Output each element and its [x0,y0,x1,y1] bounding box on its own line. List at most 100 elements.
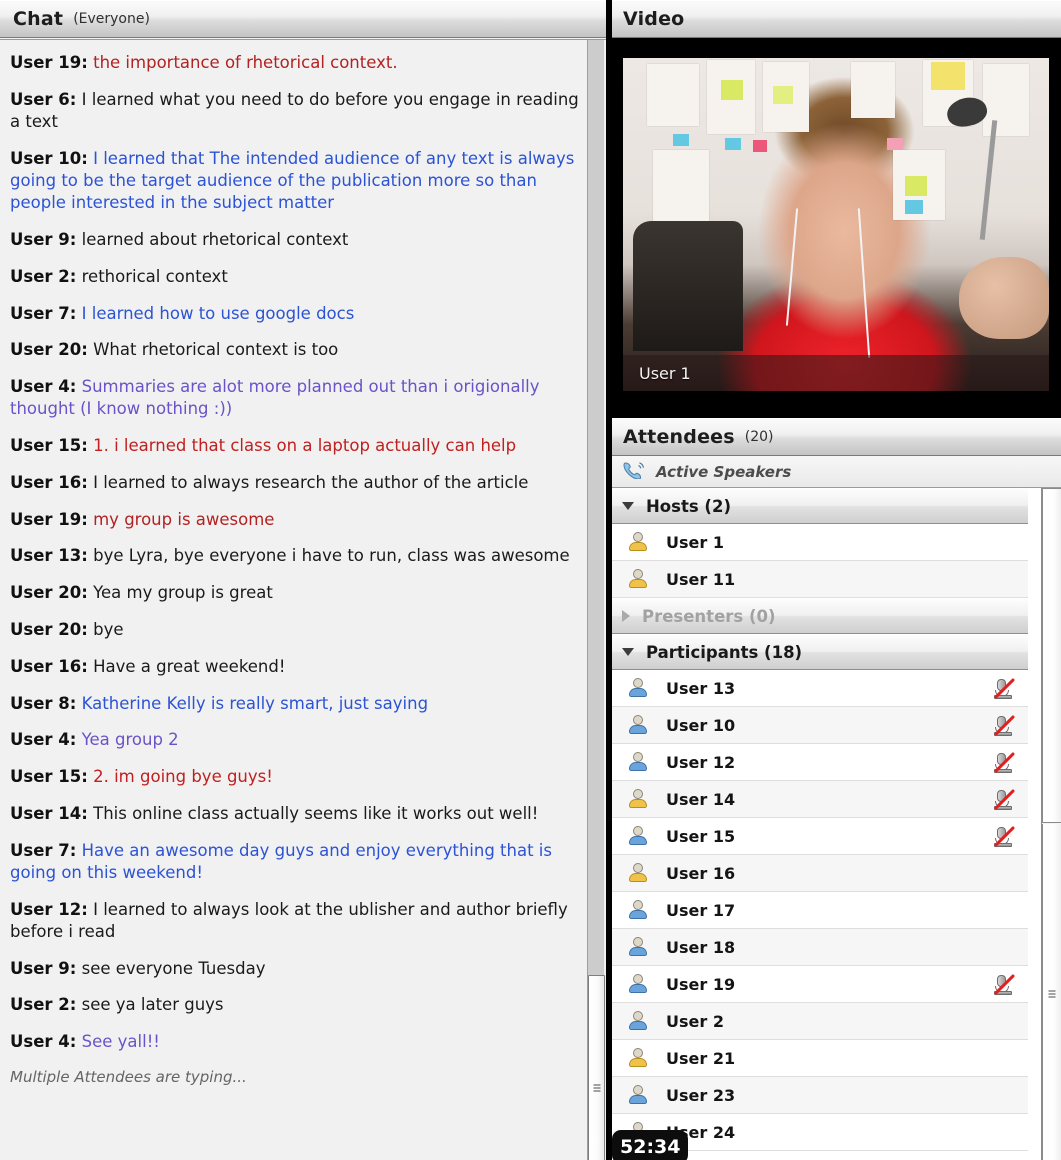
chat-message: User 20: What rhetorical context is too [10,339,582,361]
chat-scope: (Everyone) [73,11,150,27]
attendee-name: User 15 [666,826,736,846]
attendee-group-header[interactable]: Participants (18) [610,634,1028,670]
attendee-avatar-icon [628,937,648,957]
video-speaker-label: User 1 [623,355,1049,391]
chat-message-list[interactable]: User 19: the importance of rhetorical co… [0,39,606,1160]
active-speakers-row[interactable]: Active Speakers [610,456,1061,488]
chat-message-text: See yall!! [81,1032,160,1052]
chat-message: User 20: Yea my group is great [10,582,582,604]
chat-message-text: I learned to always look at the ublisher… [10,899,568,941]
attendee-name: User 14 [666,789,736,809]
chat-message: User 16: I learned to always research th… [10,472,582,494]
chat-message-text: the importance of rhetorical context. [93,53,398,72]
attendee-name: User 11 [666,569,736,589]
chat-message: User 15: 2. im going bye guys! [10,766,582,788]
attendee-row[interactable]: User 18 [610,929,1028,966]
attendee-avatar-icon [628,569,648,589]
attendee-name: User 21 [666,1048,736,1068]
attendee-avatar-icon [628,826,648,846]
chat-message-author: User 16: [10,656,88,676]
chat-message-text: rethorical context [81,266,228,286]
microphone-muted-icon[interactable] [993,825,1016,848]
attendee-avatar-icon [628,900,648,920]
chat-message-author: User 4: [10,730,77,750]
chat-message-author: User 16: [10,472,88,492]
attendee-row[interactable]: User 10 [610,707,1028,744]
attendee-row[interactable]: User 19 [610,966,1028,1003]
attendee-name: User 2 [666,1011,724,1031]
chat-message-text: This online class actually seems like it… [93,803,539,823]
attendee-group-label: Participants (18) [646,642,803,662]
chat-message: User 7: I learned how to use google docs [10,303,582,325]
microphone-muted-icon[interactable] [993,973,1016,996]
chat-message: User 8: Katherine Kelly is really smart,… [10,693,582,715]
attendee-name: User 1 [666,532,724,552]
attendee-list[interactable]: Hosts (2) User 1 User 11 Presenters (0) Part… [610,488,1061,1160]
microphone-muted-icon[interactable] [993,751,1016,774]
chat-message-author: User 15: [10,767,88,787]
video-stage: User 1 [610,40,1061,410]
chat-message: User 2: rethorical context [10,266,582,288]
attendee-row[interactable]: User 15 [610,818,1028,855]
video-tile-user-1[interactable]: User 1 [623,58,1049,391]
attendees-title: Attendees [623,426,735,448]
chat-message-author: User 20: [10,340,88,360]
microphone-muted-icon[interactable] [993,788,1016,811]
attendee-row[interactable]: User 13 [610,670,1028,707]
attendee-row[interactable]: User 23 [610,1077,1028,1114]
chat-scrollbar[interactable] [587,40,605,1160]
attendee-name: User 12 [666,752,736,772]
attendee-row[interactable]: User 14 [610,781,1028,818]
phone-speaker-icon [623,461,645,483]
chat-scrollbar-thumb[interactable] [588,975,605,1160]
chat-panel: Chat (Everyone) User 19: the importance … [0,0,608,1160]
chat-message-text: bye [93,620,124,640]
attendee-avatar-icon [628,1085,648,1105]
microphone-muted-icon[interactable] [993,677,1016,700]
chat-message-author: User 14: [10,803,88,823]
attendees-scrollbar-thumb-lower[interactable] [1042,824,1061,1160]
webcam-image [623,58,1049,391]
chevron-right-icon[interactable] [622,610,630,622]
chat-message-author: User 12: [10,899,88,919]
attendees-count: (20) [744,429,774,445]
chevron-down-icon[interactable] [622,648,634,656]
chat-message-author: User 19: [10,509,88,529]
attendee-row[interactable]: User 11 [610,561,1028,598]
attendees-scrollbar[interactable] [1041,488,1061,1160]
attendee-group-header[interactable]: Hosts (2) [610,488,1028,524]
chat-message-text: Have a great weekend! [93,656,286,676]
video-panel: Video User 1 [610,0,1061,410]
chat-message: User 9: see everyone Tuesday [10,958,582,980]
attendee-name: User 23 [666,1085,736,1105]
attendee-row[interactable]: User 2 [610,1003,1028,1040]
meeting-timer: 52:34 [612,1130,689,1160]
scrollbar-grip-icon [593,1084,600,1091]
chat-message-author: User 4: [10,377,77,397]
attendee-name: User 19 [666,974,736,994]
attendee-row[interactable]: User 16 [610,855,1028,892]
microphone-muted-icon[interactable] [993,714,1016,737]
chat-message-text: I learned that The intended audience of … [10,148,575,213]
chat-message-author: User 20: [10,620,88,640]
attendee-row[interactable]: User 21 [610,1040,1028,1077]
attendee-group-header[interactable]: Presenters (0) [610,598,1028,634]
attendees-scrollbar-thumb[interactable] [1042,488,1061,823]
attendee-avatar-icon [628,1048,648,1068]
chat-message-author: User 7: [10,840,77,860]
attendee-avatar-icon [628,678,648,698]
chat-message: User 4: Yea group 2 [10,729,582,751]
attendee-row[interactable]: User 1 [610,524,1028,561]
chat-header: Chat (Everyone) [0,0,606,38]
attendee-name: User 17 [666,900,736,920]
chat-message-text: I learned what you need to do before you… [10,89,579,132]
chevron-down-icon[interactable] [622,502,634,510]
attendee-avatar-icon [628,1011,648,1031]
attendee-name: User 10 [666,715,736,735]
attendee-row[interactable]: User 17 [610,892,1028,929]
chat-message: User 6: I learned what you need to do be… [10,89,582,134]
chat-message-text: Yea my group is great [93,583,273,603]
chat-message-author: User 2: [10,995,77,1015]
attendee-row[interactable]: User 12 [610,744,1028,781]
chat-message: User 4: Summaries are alot more planned … [10,376,582,421]
